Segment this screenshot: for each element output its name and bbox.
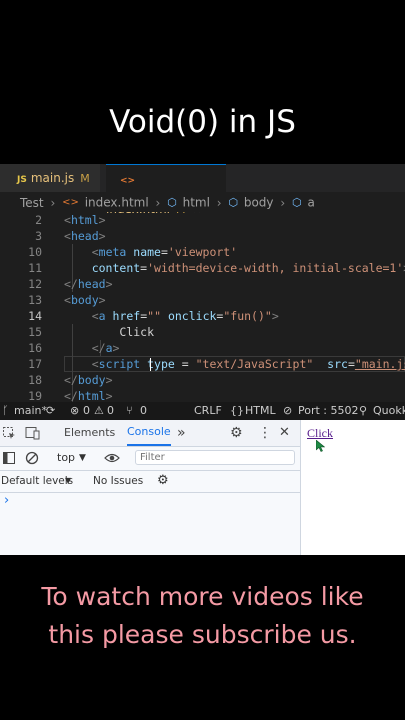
device-toolbar-icon[interactable] [25, 426, 41, 440]
quokka-icon: ⚲ [359, 404, 368, 417]
sidebar-toggle-icon[interactable] [2, 451, 16, 465]
branch-name[interactable]: main* [14, 402, 47, 420]
clear-console-icon[interactable] [25, 451, 39, 465]
click-link[interactable]: Click [307, 426, 333, 441]
settings-gear-icon[interactable]: ⚙ [230, 420, 243, 446]
sync-icon[interactable]: ⟳ [46, 402, 55, 420]
line-number: 15 [28, 325, 42, 339]
dropdown-caret-icon[interactable]: ▼ [65, 470, 71, 492]
browser-page-view: Click [301, 420, 405, 555]
subscribe-caption: To watch more videos like this please su… [0, 578, 405, 654]
console-toolbar: top ▼ [0, 446, 300, 471]
error-icon: ⊗ [70, 404, 80, 417]
more-tabs-icon[interactable]: » [177, 420, 186, 446]
chevron-right-icon: › [216, 195, 222, 210]
tab-index-html[interactable]: <>index.htmlM✕ [106, 164, 226, 217]
close-devtools-icon[interactable]: ✕ [279, 420, 290, 446]
more-options-icon[interactable]: ⋮ [258, 420, 272, 446]
context-select[interactable]: top [57, 446, 75, 470]
breadcrumb-html[interactable]: html [183, 196, 210, 210]
code-line: content='width=device-width, initial-sca… [91, 261, 405, 275]
line-number: 12 [28, 277, 42, 291]
eol-indicator[interactable]: CRLF [194, 402, 222, 420]
console-prompt-icon[interactable]: › [4, 492, 9, 510]
breadcrumb: Test › <> index.html › ⬡ html › ⬡ body ›… [0, 192, 405, 212]
caption-line-2: this please subscribe us. [48, 620, 357, 649]
code-line: </body> [64, 373, 113, 387]
modified-badge: M [80, 172, 90, 185]
quokka-status[interactable]: Quokka [373, 402, 405, 420]
code-line: </head> [64, 277, 113, 291]
tab-main-js[interactable]: JS main.js M [0, 164, 100, 192]
line-number: 11 [28, 261, 42, 275]
tab-label: main.js [30, 171, 75, 185]
chevron-right-icon: › [280, 195, 286, 210]
chevron-right-icon: › [155, 195, 161, 210]
branch-icon: ᚴ [2, 404, 9, 417]
chevron-right-icon: › [50, 195, 56, 210]
devtools-panel: Elements Console » ⚙ ⋮ ✕ top ▼ Default l… [0, 420, 301, 555]
code-area[interactable]: 2 <html> 3 <head> 10 <meta name='viewpor… [0, 212, 405, 404]
code-line: <head> [64, 229, 106, 243]
symbol-cube-icon: ⬡ [167, 195, 177, 209]
code-line: Click [119, 325, 155, 339]
warning-count[interactable]: 0 [107, 402, 114, 420]
symbol-cube-icon: ⬡ [292, 195, 302, 209]
line-number: 16 [28, 341, 42, 355]
breadcrumb-a[interactable]: a [307, 196, 314, 210]
line-number: 3 [35, 229, 42, 243]
tab-elements[interactable]: Elements [64, 420, 115, 446]
status-bar: ᚴ main* ⟳ ⊗ 0 ⚠ 0 ⑂ 0 CRLF {} HTML ⊘ Por… [0, 402, 405, 420]
breadcrumb-body[interactable]: body [244, 196, 274, 210]
eye-icon[interactable] [104, 451, 120, 465]
issues-status[interactable]: No Issues [93, 470, 143, 492]
html-file-icon: <> [62, 196, 79, 208]
line-number: 14 [28, 309, 42, 323]
video-title: Void(0) in JS [109, 104, 296, 140]
ports-icon: ⑂ [126, 404, 133, 417]
line-number: 13 [28, 293, 42, 307]
code-line: <script type = "text/JavaScript" src="ma… [91, 357, 405, 371]
console-levels-bar: Default levels ▼ No Issues ⚙ [0, 470, 300, 493]
braces-icon: {} [230, 404, 244, 417]
dropdown-caret-icon[interactable]: ▼ [79, 446, 86, 470]
tab-console[interactable]: Console [127, 420, 171, 446]
live-server-port[interactable]: Port : 5502 [298, 402, 359, 420]
error-count[interactable]: 0 [83, 402, 90, 420]
line-number: 18 [28, 373, 42, 387]
symbol-cube-icon: ⬡ [228, 195, 239, 209]
filter-input[interactable] [135, 450, 295, 465]
line-number: 2 [35, 213, 42, 227]
js-file-icon: JS [17, 175, 27, 185]
text-cursor [150, 358, 151, 371]
editor-tab-bar: JSmain.js M <>index.htmlM✕ [0, 164, 405, 217]
warning-icon: ⚠ [94, 404, 104, 417]
ports-count[interactable]: 0 [140, 402, 147, 420]
breadcrumb-file[interactable]: index.html [85, 196, 149, 210]
code-line: <body> [64, 293, 106, 307]
code-line: <a href="" onclick="fun()"> [91, 309, 279, 323]
log-levels-select[interactable]: Default levels [1, 470, 73, 492]
caption-line-1: To watch more videos like [41, 582, 364, 611]
code-line: <meta name='viewport' [91, 245, 238, 259]
devtools-tab-bar: Elements Console » ⚙ ⋮ ✕ [0, 420, 300, 447]
code-line: <html> [64, 213, 106, 227]
inspect-element-icon[interactable] [2, 426, 16, 440]
code-line: </a> [91, 341, 120, 355]
html-file-icon: <> [120, 176, 136, 186]
line-number: 10 [28, 245, 42, 259]
breadcrumb-folder[interactable]: Test [20, 196, 44, 210]
console-settings-gear-icon[interactable]: ⚙ [157, 470, 169, 492]
live-server-icon: ⊘ [283, 404, 293, 417]
line-number: 17 [28, 357, 42, 371]
code-editor: JSmain.js M <>index.htmlM✕ Test › <> inde… [0, 164, 405, 420]
mouse-pointer-icon [316, 440, 325, 452]
language-mode[interactable]: HTML [245, 402, 276, 420]
